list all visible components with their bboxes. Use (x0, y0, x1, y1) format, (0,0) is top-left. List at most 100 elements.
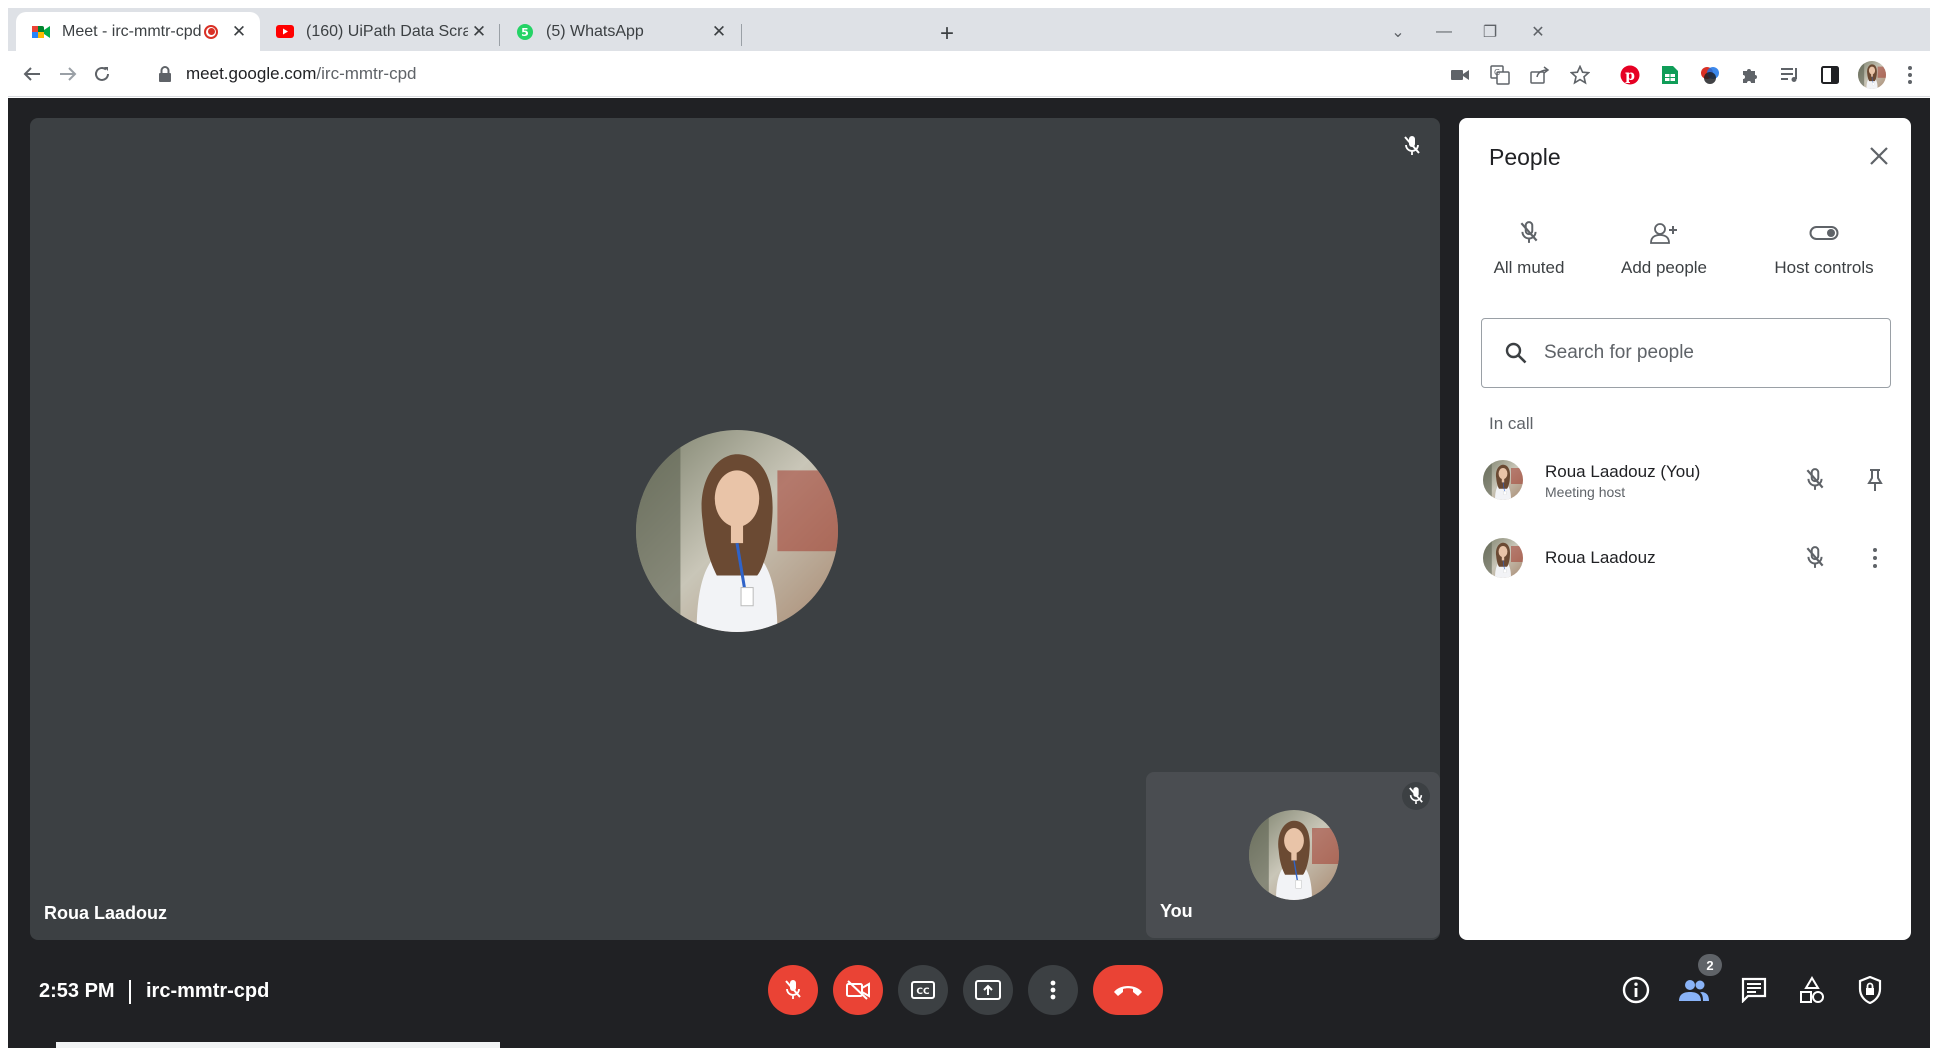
meeting-clock: 2:53 PM (39, 980, 115, 1002)
pinterest-icon[interactable]: p (1618, 63, 1642, 87)
svg-text:CC: CC (916, 987, 930, 997)
participant-row[interactable]: Roua Laadouz (1459, 528, 1911, 588)
search-icon (1502, 339, 1530, 367)
menu-icon[interactable] (1898, 63, 1922, 87)
tab-whatsapp[interactable]: 5 (5) WhatsApp ✕ (500, 12, 740, 51)
extension-color-icon[interactable] (1698, 63, 1722, 87)
reload-icon[interactable] (88, 60, 116, 88)
url-domain: meet.google.com (186, 64, 317, 83)
search-people[interactable] (1481, 318, 1891, 388)
more-options-button[interactable] (1028, 965, 1078, 1015)
mic-off-icon[interactable] (1799, 464, 1831, 496)
add-people-button[interactable]: Add people (1617, 218, 1711, 278)
media-icon[interactable] (1778, 63, 1802, 87)
url-path: /irc-mmtr-cpd (316, 64, 417, 83)
url-text: meet.google.com/irc-mmtr-cpd (186, 64, 417, 84)
avatar (1483, 460, 1523, 500)
lock-icon (159, 66, 171, 82)
chat-button[interactable] (1736, 972, 1772, 1008)
close-icon[interactable] (1863, 140, 1895, 172)
close-window-icon[interactable]: ✕ (1520, 18, 1556, 46)
translate-icon[interactable]: G (1488, 63, 1512, 87)
mic-off-icon (1514, 218, 1544, 248)
all-muted-button[interactable]: All muted (1483, 218, 1575, 278)
sidepanel-icon[interactable] (1818, 63, 1842, 87)
google-meet-icon (32, 23, 50, 41)
tab-separator (741, 24, 742, 46)
sheets-icon[interactable] (1658, 63, 1682, 87)
restore-icon[interactable]: ❐ (1472, 18, 1508, 46)
tab-meet[interactable]: Meet - irc-mmtr-cpd ✕ (16, 12, 260, 51)
chat-icon (1741, 977, 1767, 1003)
divider (129, 980, 131, 1004)
close-tab-icon[interactable]: ✕ (468, 21, 490, 43)
camera-icon[interactable] (1448, 63, 1472, 87)
host-controls-button[interactable]: Host controls (1765, 218, 1883, 278)
tab-search-icon[interactable]: ⌄ (1380, 18, 1416, 46)
people-panel: People All muted Add people Host control… (1459, 118, 1911, 940)
avatar (1483, 538, 1523, 578)
present-button[interactable] (963, 965, 1013, 1015)
svg-text:5: 5 (521, 26, 529, 39)
svg-text:G: G (1494, 68, 1500, 77)
self-avatar (1249, 810, 1339, 900)
self-name: You (1160, 901, 1193, 921)
more-vert-icon[interactable] (1859, 542, 1891, 574)
back-icon[interactable] (18, 60, 46, 88)
participant-name: Roua Laadouz (You) (1545, 462, 1701, 481)
mic-off-icon (1402, 782, 1430, 810)
captions-icon: CC (911, 981, 935, 999)
pin-icon[interactable] (1859, 464, 1891, 496)
toggle-icon (1809, 218, 1839, 248)
camera-off-icon (846, 980, 870, 1000)
info-icon (1622, 976, 1650, 1004)
close-tab-icon[interactable]: ✕ (708, 21, 730, 43)
puzzle-icon[interactable] (1738, 63, 1762, 87)
tab-youtube[interactable]: (160) UiPath Data Scraping (Web ✕ (260, 12, 500, 51)
search-input[interactable] (1544, 342, 1864, 364)
close-tab-icon[interactable]: ✕ (228, 21, 250, 43)
captions-button[interactable]: CC (898, 965, 948, 1015)
main-video-tile[interactable]: Roua Laadouz You (30, 118, 1440, 940)
mic-off-icon (785, 980, 801, 999)
mic-toggle-button[interactable] (768, 965, 818, 1015)
present-icon (975, 980, 1001, 1000)
whatsapp-icon: 5 (516, 23, 534, 41)
action-label: All muted (1493, 258, 1565, 277)
people-button[interactable] (1676, 972, 1712, 1008)
youtube-icon (276, 23, 294, 41)
participant-name: Roua Laadouz (44, 903, 168, 923)
address-bar: meet.google.com/irc-mmtr-cpd G p (8, 51, 1930, 97)
tab-title: Meet - irc-mmtr-cpd (62, 22, 202, 40)
tab-title: (160) UiPath Data Scraping (Web (306, 22, 468, 40)
participant-row[interactable]: Roua Laadouz (You) Meeting host (1459, 450, 1911, 510)
host-controls-button[interactable] (1852, 972, 1888, 1008)
end-call-icon (1114, 986, 1142, 996)
meeting-code: irc-mmtr-cpd (146, 980, 270, 1002)
tab-title: (5) WhatsApp (546, 22, 644, 40)
profile-avatar[interactable] (1858, 61, 1886, 89)
info-button[interactable] (1618, 972, 1654, 1008)
minimize-icon[interactable]: — (1426, 18, 1462, 46)
omnibox[interactable]: meet.google.com/irc-mmtr-cpd (146, 56, 1586, 92)
new-tab-button[interactable]: + (933, 20, 961, 48)
action-label: Host controls (1774, 258, 1874, 277)
people-icon (1679, 980, 1709, 1001)
forward-icon[interactable] (54, 60, 82, 88)
camera-toggle-button[interactable] (833, 965, 883, 1015)
panel-title: People (1489, 144, 1561, 170)
mic-off-icon[interactable] (1799, 542, 1831, 574)
star-icon[interactable] (1568, 63, 1592, 87)
end-call-button[interactable] (1093, 965, 1163, 1015)
tab-strip: Meet - irc-mmtr-cpd ✕ (160) UiPath Data … (8, 8, 1930, 51)
mic-off-icon (1398, 132, 1426, 160)
self-video-tile[interactable]: You (1146, 772, 1440, 938)
meet-app: Roua Laadouz You People All muted Add pe… (8, 98, 1930, 1048)
share-icon[interactable] (1528, 63, 1552, 87)
more-options-icon (1050, 980, 1056, 1000)
svg-text:p: p (1625, 68, 1635, 84)
add-person-icon (1649, 218, 1679, 248)
section-label: In call (1489, 414, 1534, 433)
participant-name: Roua Laadouz (1545, 548, 1656, 567)
activities-button[interactable] (1794, 972, 1830, 1008)
